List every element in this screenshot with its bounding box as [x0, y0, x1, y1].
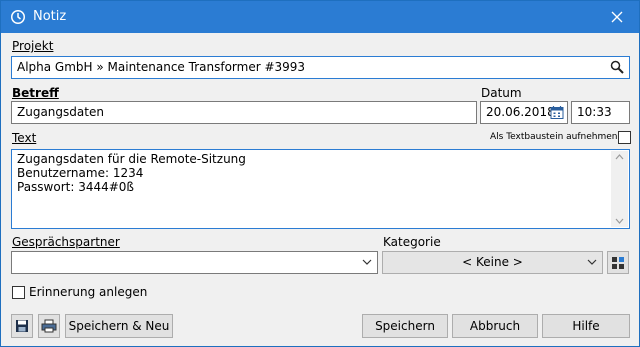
chevron-down-icon [587, 259, 597, 265]
time-value: 10:33 [577, 105, 612, 119]
kategorie-manage-button[interactable] [607, 251, 629, 274]
projekt-label: Projekt [12, 39, 54, 53]
clock-icon [11, 10, 25, 24]
betreff-label: Betreff [12, 86, 59, 100]
betreff-value: Zugangsdaten [17, 105, 104, 119]
projekt-value: Alpha GmbH » Maintenance Transformer #39… [17, 60, 306, 74]
text-line-3: Passwort: 3444#0ß [17, 180, 134, 194]
cancel-button[interactable]: Abbruch [452, 314, 538, 338]
erinnerung-checkbox[interactable] [12, 286, 25, 299]
close-button[interactable] [601, 5, 633, 29]
date-field[interactable]: 20.06.2018 [480, 101, 568, 124]
vertical-scrollbar[interactable] [611, 151, 628, 227]
save-icon-button[interactable] [11, 314, 33, 338]
kategorie-value: < Keine > [462, 255, 523, 269]
textbaustein-label: Als Textbaustein aufnehmen [490, 132, 618, 142]
text-line-2: Benutzername: 1234 [17, 166, 144, 180]
datum-label: Datum [481, 86, 522, 100]
kategorie-dropdown[interactable]: < Keine > [382, 251, 603, 274]
gespraechspartner-label: Gesprächspartner [12, 235, 120, 249]
title-bar: Notiz [1, 1, 639, 33]
search-icon[interactable] [610, 60, 624, 74]
betreff-field[interactable]: Zugangsdaten [11, 101, 477, 124]
calendar-icon[interactable] [550, 105, 564, 120]
text-area[interactable]: Zugangsdaten für die Remote-Sitzung Benu… [11, 149, 630, 229]
erinnerung-label: Erinnerung anlegen [29, 285, 148, 299]
save-button[interactable]: Speichern [362, 314, 448, 338]
scroll-down-icon[interactable] [615, 218, 624, 224]
printer-icon [41, 319, 57, 333]
kategorie-label: Kategorie [383, 235, 441, 249]
date-value: 20.06.2018 [486, 105, 555, 119]
gespraechspartner-dropdown[interactable] [11, 251, 378, 274]
time-field[interactable]: 10:33 [571, 101, 630, 124]
notiz-dialog: Notiz Projekt Alpha GmbH » Maintenance T… [0, 0, 640, 347]
text-line-1: Zugangsdaten für die Remote-Sitzung [17, 152, 246, 166]
window-title: Notiz [33, 9, 67, 24]
textbaustein-checkbox[interactable] [618, 131, 631, 144]
close-icon [611, 11, 623, 23]
floppy-disk-icon [16, 320, 28, 332]
chevron-down-icon [362, 259, 372, 265]
category-grid-icon [612, 257, 624, 269]
save-and-new-button[interactable]: Speichern & Neu [65, 314, 173, 338]
projekt-field[interactable]: Alpha GmbH » Maintenance Transformer #39… [11, 56, 630, 79]
print-button[interactable] [38, 314, 60, 338]
scroll-up-icon[interactable] [615, 154, 624, 160]
text-label: Text [12, 131, 37, 145]
help-button[interactable]: Hilfe [542, 314, 630, 338]
